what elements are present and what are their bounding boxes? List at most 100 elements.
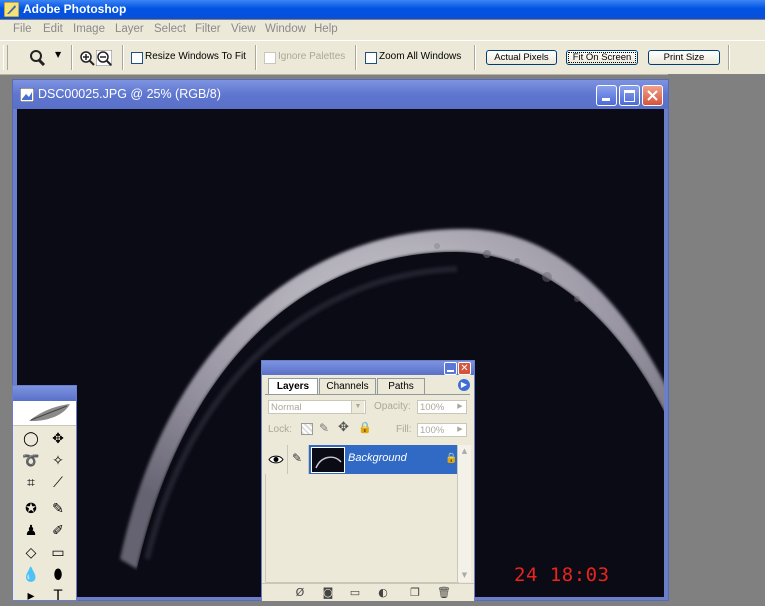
fill-slider-arrow-icon[interactable]: ▶	[455, 424, 465, 436]
ignore-palettes-checkbox[interactable]	[264, 52, 276, 64]
path-selection-tool-icon[interactable]: ▸	[20, 586, 42, 606]
new-adjustment-layer-icon[interactable]: ◐	[376, 586, 390, 599]
zoom-tool-icon[interactable]	[29, 50, 47, 66]
layers-scrollbar[interactable]: ▲ ▼	[457, 445, 471, 582]
resize-windows-checkbox[interactable]	[131, 52, 143, 64]
menu-layer[interactable]: Layer	[115, 23, 144, 35]
crop-tool-icon[interactable]: ⌗	[20, 473, 42, 493]
layer-link-cell[interactable]: ✎	[288, 445, 309, 474]
gradient-tool-icon[interactable]: ▭	[47, 543, 69, 563]
menu-select[interactable]: Select	[154, 23, 186, 35]
document-title-bar[interactable]: DSC00025.JPG @ 25% (RGB/8)	[13, 80, 668, 109]
fill-label: Fill:	[396, 424, 412, 435]
app-title-bar: Adobe Photoshop	[0, 0, 765, 19]
fill-value: 100%	[420, 425, 445, 436]
options-grip[interactable]	[3, 45, 8, 70]
menu-edit[interactable]: Edit	[43, 23, 63, 35]
layer-thumbnail-moon	[315, 456, 342, 469]
fit-on-screen-button[interactable]: Fit On Screen	[566, 50, 638, 65]
opacity-value: 100%	[420, 402, 445, 413]
marquee-tool-icon[interactable]: ◯	[20, 429, 42, 449]
layers-palette-footer: Ø ◙ ▭ ◐ ❐ 🗑	[262, 583, 474, 601]
photoshop-feather-icon	[4, 2, 19, 17]
palette-minimize-button[interactable]	[444, 362, 457, 375]
app-title: Adobe Photoshop	[23, 2, 127, 16]
zoom-in-icon[interactable]	[79, 50, 95, 66]
eye-icon	[268, 455, 284, 464]
tools-palette-title-bar[interactable]	[13, 386, 76, 401]
trash-icon[interactable]: 🗑	[437, 586, 451, 599]
document-icon	[20, 88, 34, 102]
new-layer-icon[interactable]: ❐	[408, 586, 422, 599]
tab-paths[interactable]: Paths	[377, 378, 425, 394]
layer-row-background[interactable]: ✎ Background 🔒	[265, 445, 457, 474]
menu-file[interactable]: File	[13, 23, 32, 35]
eraser-tool-icon[interactable]: ◇	[20, 543, 42, 563]
opacity-field[interactable]: 100% ▶	[417, 400, 467, 414]
menu-bar: File Edit Image Layer Select Filter View…	[0, 20, 765, 41]
opacity-label: Opacity:	[374, 401, 411, 412]
layers-list-empty-area[interactable]	[265, 474, 459, 583]
history-brush-tool-icon[interactable]: ✐	[47, 521, 69, 541]
chevron-down-icon: ▼	[351, 401, 364, 413]
lock-label: Lock:	[268, 424, 292, 435]
actual-pixels-button[interactable]: Actual Pixels	[486, 50, 557, 65]
new-group-icon[interactable]: ▭	[348, 586, 362, 599]
zoom-out-icon[interactable]	[96, 50, 112, 66]
opacity-slider-arrow-icon[interactable]: ▶	[455, 401, 465, 413]
menu-help[interactable]: Help	[314, 23, 338, 35]
resize-windows-label: Resize Windows To Fit	[145, 51, 246, 62]
minimize-button[interactable]	[596, 85, 617, 106]
options-separator	[122, 45, 124, 70]
lock-position-icon[interactable]: ✥	[338, 420, 349, 435]
brush-tool-icon[interactable]: ✎	[47, 499, 69, 519]
menu-image[interactable]: Image	[73, 23, 105, 35]
move-tool-icon[interactable]: ✥	[47, 429, 69, 449]
maximize-button[interactable]	[619, 85, 640, 106]
slice-tool-icon[interactable]: ⟋	[47, 473, 69, 493]
paintbrush-icon: ✎	[292, 451, 303, 465]
zoom-all-windows-label: Zoom All Windows	[379, 51, 462, 62]
palette-menu-arrow-icon[interactable]: ▶	[458, 379, 470, 391]
fill-field[interactable]: 100% ▶	[417, 423, 467, 437]
add-layer-style-icon[interactable]: Ø	[293, 586, 307, 599]
options-separator	[255, 45, 257, 70]
menu-view[interactable]: View	[231, 23, 256, 35]
lock-brush-icon[interactable]: ✎	[319, 421, 329, 435]
options-separator	[71, 45, 73, 70]
lock-transparency-icon[interactable]	[301, 423, 313, 435]
tool-preset-dropdown-icon[interactable]: ▼	[55, 50, 61, 59]
photo-date-stamp: 24 18:03	[514, 564, 610, 586]
tab-channels[interactable]: Channels	[319, 378, 376, 394]
layers-palette-title-bar[interactable]: ✕	[262, 361, 474, 375]
visibility-toggle[interactable]	[265, 445, 288, 474]
dodge-tool-icon[interactable]: ⬮	[47, 565, 69, 585]
tab-layers[interactable]: Layers	[268, 378, 318, 395]
palette-close-button[interactable]: ✕	[458, 362, 471, 375]
menu-window[interactable]: Window	[265, 23, 306, 35]
healing-brush-tool-icon[interactable]: ✪	[20, 499, 42, 519]
document-title: DSC00025.JPG @ 25% (RGB/8)	[38, 87, 221, 101]
lasso-tool-icon[interactable]: ➰	[20, 451, 42, 471]
blend-mode-select[interactable]: Normal ▼	[268, 400, 366, 414]
layer-thumbnail	[311, 447, 345, 473]
options-separator	[355, 45, 357, 70]
scroll-up-icon[interactable]: ▲	[458, 445, 471, 458]
maximize-icon	[624, 90, 635, 102]
type-tool-icon[interactable]: T	[47, 586, 69, 606]
tools-palette-header	[13, 401, 76, 426]
menu-filter[interactable]: Filter	[195, 23, 221, 35]
add-mask-icon[interactable]: ◙	[321, 586, 335, 599]
close-button[interactable]	[642, 85, 663, 106]
clone-stamp-tool-icon[interactable]: ♟	[20, 521, 42, 541]
lock-all-icon[interactable]: 🔒	[358, 421, 372, 434]
tools-palette: ◯ ✥ ➰ ✧ ⌗ ⟋ ✪ ✎ ♟ ✐ ◇ ▭ 💧 ⬮ ▸ T	[12, 385, 77, 604]
magic-wand-tool-icon[interactable]: ✧	[47, 451, 69, 471]
scroll-down-icon[interactable]: ▼	[458, 569, 471, 582]
zoom-all-windows-checkbox[interactable]	[365, 52, 377, 64]
ignore-palettes-label: Ignore Palettes	[278, 51, 346, 62]
print-size-button[interactable]: Print Size	[648, 50, 720, 65]
close-icon: ✕	[460, 363, 469, 374]
layer-name: Background	[348, 452, 407, 464]
blur-tool-icon[interactable]: 💧	[20, 565, 42, 585]
